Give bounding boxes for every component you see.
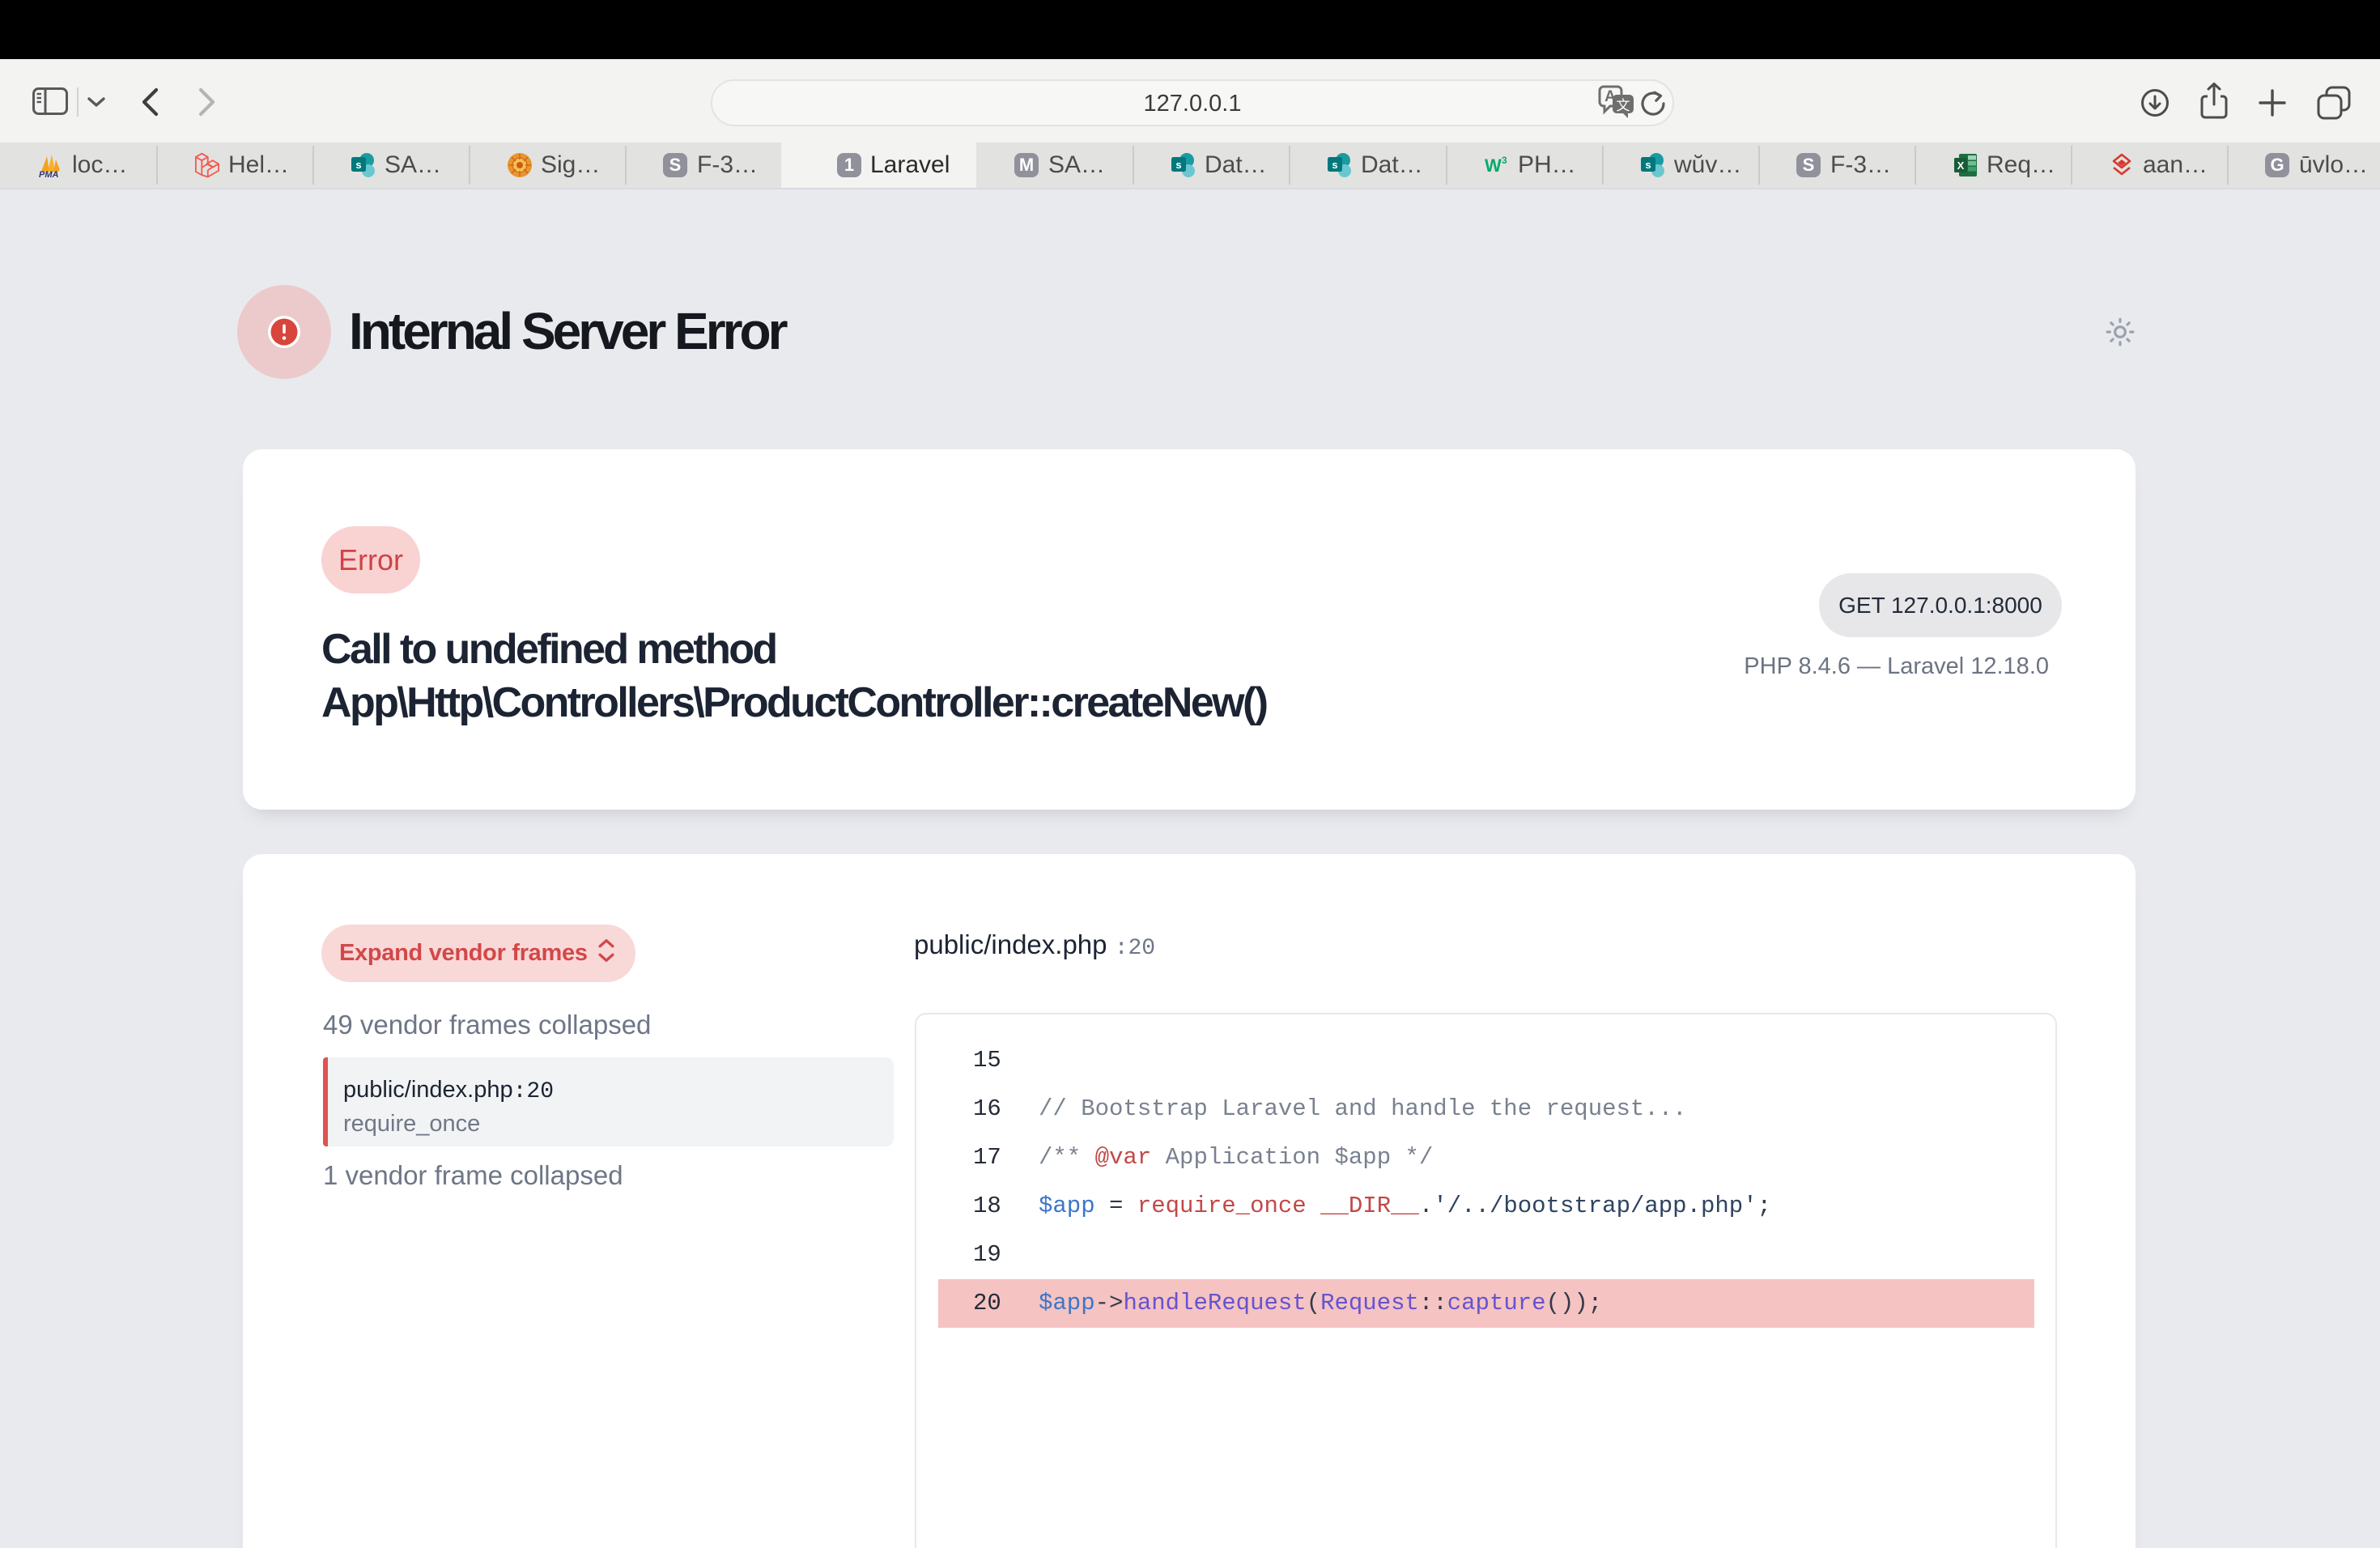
svg-text:X: X: [1957, 159, 1965, 172]
svg-text:PMA: PMA: [39, 170, 59, 178]
svg-text:s: s: [1332, 159, 1337, 171]
svg-text:s: s: [355, 159, 361, 171]
svg-text:文: 文: [1617, 98, 1630, 113]
svg-text:s: s: [1175, 159, 1181, 171]
svg-text:W: W: [1485, 155, 1502, 176]
svg-text:3: 3: [1502, 155, 1507, 166]
svg-text:s: s: [1645, 159, 1651, 171]
